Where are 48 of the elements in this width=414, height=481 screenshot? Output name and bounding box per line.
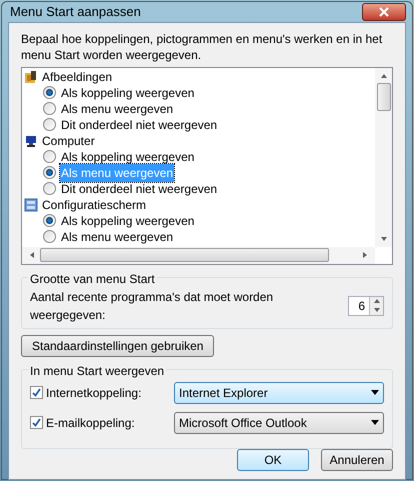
- radio-button[interactable]: [43, 214, 56, 227]
- picture-folder-icon: [24, 70, 38, 84]
- spin-up-icon[interactable]: [372, 297, 380, 305]
- horizontal-scrollbar[interactable]: [22, 246, 375, 264]
- option-label[interactable]: Als menu weergeven: [60, 228, 174, 246]
- monitor-icon: [24, 134, 38, 148]
- checkbox-label: E-mailkoppeling:: [46, 414, 135, 432]
- scroll-right-icon[interactable]: [361, 251, 369, 259]
- checkbox-label: Internetkoppeling:: [46, 384, 142, 402]
- option-label[interactable]: Dit onderdeel niet weergeven: [60, 180, 218, 198]
- category-label: Configuratiescherm: [42, 196, 146, 214]
- category-label: Afbeeldingen: [42, 68, 112, 86]
- option-label[interactable]: Als menu weergeven: [60, 100, 174, 118]
- scroll-thumb[interactable]: [40, 248, 329, 262]
- dropdown-arrow-icon: [371, 390, 379, 395]
- dropdown[interactable]: Microsoft Office Outlook: [174, 412, 384, 434]
- recent-programs-label: Aantal recente programma's dat moet worden weergegeven:: [30, 288, 274, 324]
- control-panel-icon: [24, 198, 38, 212]
- category-label: Computer: [42, 132, 95, 150]
- defaults-button[interactable]: Standaardinstellingen gebruiken: [21, 334, 214, 356]
- option-label[interactable]: Als koppeling weergeven: [60, 148, 196, 166]
- scroll-up-icon[interactable]: [380, 72, 388, 80]
- radio-button[interactable]: [43, 102, 56, 115]
- close-button[interactable]: [362, 2, 406, 21]
- scroll-left-icon[interactable]: [28, 251, 36, 259]
- vertical-scrollbar[interactable]: [375, 68, 392, 246]
- checkbox[interactable]: [30, 416, 43, 429]
- dropdown[interactable]: Internet Explorer: [174, 382, 384, 404]
- radio-button[interactable]: [43, 118, 56, 131]
- count-spinner[interactable]: 6: [348, 296, 384, 316]
- close-icon: [379, 6, 389, 17]
- radio-button[interactable]: [43, 182, 56, 195]
- radio-button[interactable]: [43, 150, 56, 163]
- scroll-thumb[interactable]: [376, 82, 390, 110]
- radio-button[interactable]: [43, 86, 56, 99]
- description-text: Bepaal hoe koppelingen, pictogrammen en menu's werken en in het menu Start worden weergegeven.: [21, 30, 384, 62]
- scroll-down-icon[interactable]: [380, 234, 388, 242]
- checkbox[interactable]: [30, 386, 43, 399]
- dialog-button[interactable]: Annuleren: [321, 448, 393, 470]
- dialog-button[interactable]: OK: [237, 448, 309, 470]
- radio-button[interactable]: [43, 166, 56, 179]
- option-label[interactable]: Als koppeling weergeven: [60, 212, 196, 230]
- option-label[interactable]: Als koppeling weergeven: [60, 84, 196, 102]
- radio-button[interactable]: [43, 230, 56, 243]
- option-label[interactable]: Dit onderdeel niet weergeven: [60, 116, 218, 134]
- window-title: Menu Start aanpassen: [10, 3, 141, 21]
- spin-down-icon[interactable]: [372, 306, 380, 314]
- dropdown-arrow-icon: [371, 420, 379, 425]
